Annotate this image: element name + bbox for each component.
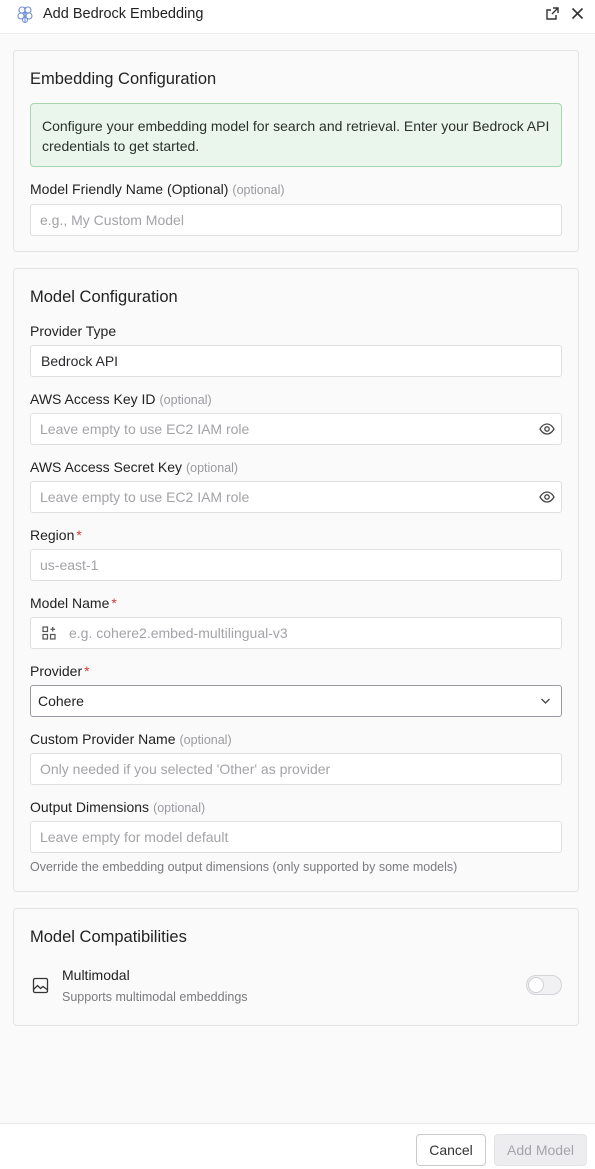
optional-tag: (optional): [179, 733, 232, 747]
open-external-icon[interactable]: [545, 6, 560, 21]
access-key-input[interactable]: Leave empty to use EC2 IAM role: [30, 413, 562, 445]
output-dimensions-hint: Override the embedding output dimensions…: [30, 860, 458, 874]
model-config-card: Model Configuration Provider Type Bedroc…: [13, 268, 579, 892]
region-label: Region *: [30, 527, 82, 543]
secret-key-input[interactable]: Leave empty to use EC2 IAM role: [30, 481, 562, 513]
model-config-title: Model Configuration: [30, 288, 178, 306]
image-icon: [32, 977, 49, 994]
region-input[interactable]: us-east-1: [30, 549, 562, 581]
multimodal-toggle[interactable]: [526, 975, 562, 995]
output-dimensions-input[interactable]: Leave empty for model default: [30, 821, 562, 853]
model-grid-icon: [42, 626, 56, 640]
friendly-name-label: Model Friendly Name (Optional) (optional): [30, 181, 285, 197]
model-name-label: Model Name *: [30, 595, 117, 611]
dialog-header: Add Bedrock Embedding: [0, 0, 595, 34]
model-compat-card: Model Compatibilities Multimodal Support…: [13, 908, 579, 1026]
provider-type-field[interactable]: Bedrock API: [30, 345, 562, 377]
dialog-footer: Cancel Add Model: [0, 1123, 595, 1169]
embedding-config-card: Embedding Configuration Configure your e…: [13, 50, 579, 252]
dialog-title: Add Bedrock Embedding: [43, 6, 204, 22]
provider-type-label: Provider Type: [30, 323, 117, 339]
custom-provider-input[interactable]: Only needed if you selected 'Other' as p…: [30, 753, 562, 785]
brain-circuit-icon: [17, 6, 33, 24]
required-mark: *: [111, 595, 117, 611]
optional-tag: (optional): [159, 393, 212, 407]
secret-key-label: AWS Access Secret Key (optional): [30, 459, 239, 475]
multimodal-description: Supports multimodal embeddings: [62, 990, 248, 1004]
info-notice: Configure your embedding model for searc…: [30, 103, 562, 167]
provider-select[interactable]: Cohere: [30, 685, 562, 717]
optional-tag: (optional): [153, 801, 206, 815]
model-compat-title: Model Compatibilities: [30, 928, 187, 946]
multimodal-label: Multimodal: [62, 967, 130, 983]
toggle-knob: [528, 977, 544, 993]
friendly-name-input[interactable]: e.g., My Custom Model: [30, 204, 562, 236]
custom-provider-label: Custom Provider Name (optional): [30, 731, 232, 747]
add-model-button[interactable]: Add Model: [494, 1134, 587, 1166]
output-dimensions-label: Output Dimensions (optional): [30, 799, 206, 815]
eye-icon[interactable]: [539, 422, 555, 436]
dialog-body[interactable]: Embedding Configuration Configure your e…: [0, 35, 595, 1123]
optional-tag: (optional): [185, 461, 239, 475]
model-name-input[interactable]: e.g. cohere2.embed-multilingual-v3: [30, 617, 562, 649]
provider-label: Provider *: [30, 663, 90, 679]
required-mark: *: [76, 527, 82, 543]
access-key-label: AWS Access Key ID (optional): [30, 391, 212, 407]
required-mark: *: [84, 663, 90, 679]
chevron-down-icon: [541, 698, 550, 704]
eye-icon[interactable]: [539, 490, 555, 504]
cancel-button[interactable]: Cancel: [416, 1134, 486, 1166]
embedding-config-title: Embedding Configuration: [30, 70, 217, 88]
optional-tag: (optional): [232, 183, 285, 197]
close-icon[interactable]: [570, 6, 585, 21]
